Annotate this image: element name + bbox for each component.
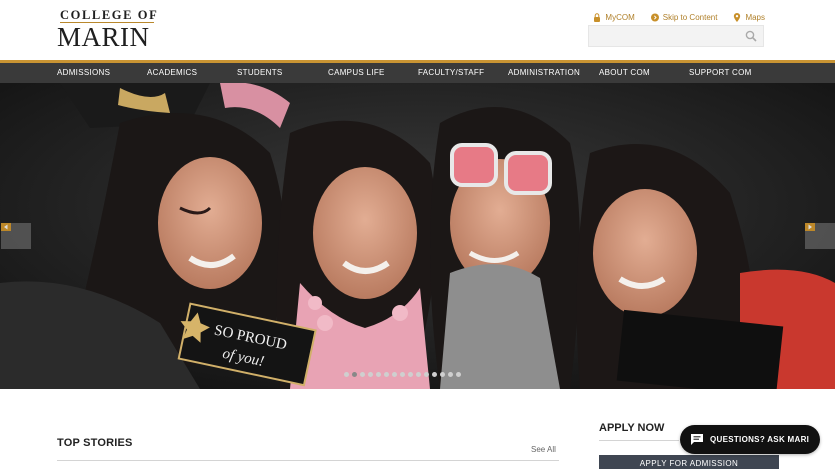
site-header: COLLEGE OF MARIN MyCOM Skip to Content M… [0,0,835,60]
logo-top-text: COLLEGE OF [60,8,159,22]
main-nav: ADMISSIONS ACADEMICS STUDENTS CAMPUS LIF… [0,63,835,83]
slide-dot[interactable] [448,372,453,377]
nav-support-com[interactable]: SUPPORT COM [689,63,752,83]
logo-main-text: MARIN [57,22,150,52]
slide-dot[interactable] [408,372,413,377]
nav-admissions[interactable]: ADMISSIONS [57,63,110,83]
college-logo[interactable]: COLLEGE OF MARIN [57,8,157,52]
slide-dot[interactable] [368,372,373,377]
slide-dots [344,372,461,380]
slide-dot[interactable] [432,372,437,377]
slide-dot[interactable] [416,372,421,377]
hero-photo: SO PROUD of you! [0,83,835,389]
slide-dot[interactable] [360,372,365,377]
see-all-link[interactable]: See All [531,445,556,454]
slide-dot[interactable] [400,372,405,377]
apply-now-divider [599,440,679,441]
maps-link[interactable]: Maps [733,12,765,22]
triangle-left-icon [1,223,11,231]
slide-dot[interactable] [352,372,357,377]
slide-dot[interactable] [376,372,381,377]
map-pin-icon [734,12,741,22]
slide-dot[interactable] [456,372,461,377]
mycom-label: MyCOM [605,12,635,22]
next-slide-button[interactable] [805,223,835,249]
slide-dot[interactable] [440,372,445,377]
slide-dot[interactable] [344,372,349,377]
hero-slideshow: SO PROUD of you! [0,83,835,389]
chevron-circle-icon [650,13,659,21]
slide-dot[interactable] [424,372,429,377]
nav-about-com[interactable]: ABOUT COM [599,63,650,83]
page: COLLEGE OF MARIN MyCOM Skip to Content M… [0,0,835,469]
apply-now-heading: APPLY NOW [599,422,665,434]
search-icon[interactable] [745,30,757,42]
triangle-right-icon [805,223,815,231]
skip-to-content-link[interactable]: Skip to Content [650,12,718,22]
apply-for-admission-button[interactable]: APPLY FOR ADMISSION [599,455,779,469]
nav-administration[interactable]: ADMINISTRATION [508,63,580,83]
utility-links: MyCOM Skip to Content Maps [593,11,765,23]
slide-dot[interactable] [384,372,389,377]
nav-students[interactable]: STUDENTS [237,63,283,83]
slide-dot[interactable] [392,372,397,377]
nav-academics[interactable]: ACADEMICS [147,63,197,83]
mycom-link[interactable]: MyCOM [593,12,635,22]
skip-to-content-label: Skip to Content [662,12,718,22]
nav-campus-life[interactable]: CAMPUS LIFE [328,63,385,83]
lock-icon [594,12,601,22]
top-stories-divider [57,460,559,461]
nav-faculty-staff[interactable]: FACULTY/STAFF [418,63,484,83]
ask-mari-chat-button[interactable]: QUESTIONS? ASK MARI [680,425,820,454]
prev-slide-button[interactable] [1,223,31,249]
top-stories-heading: TOP STORIES [57,437,133,449]
chat-bubble-icon [691,434,703,445]
maps-label: Maps [745,12,765,22]
search-input[interactable] [588,25,764,47]
chat-label: QUESTIONS? ASK MARI [710,435,810,444]
